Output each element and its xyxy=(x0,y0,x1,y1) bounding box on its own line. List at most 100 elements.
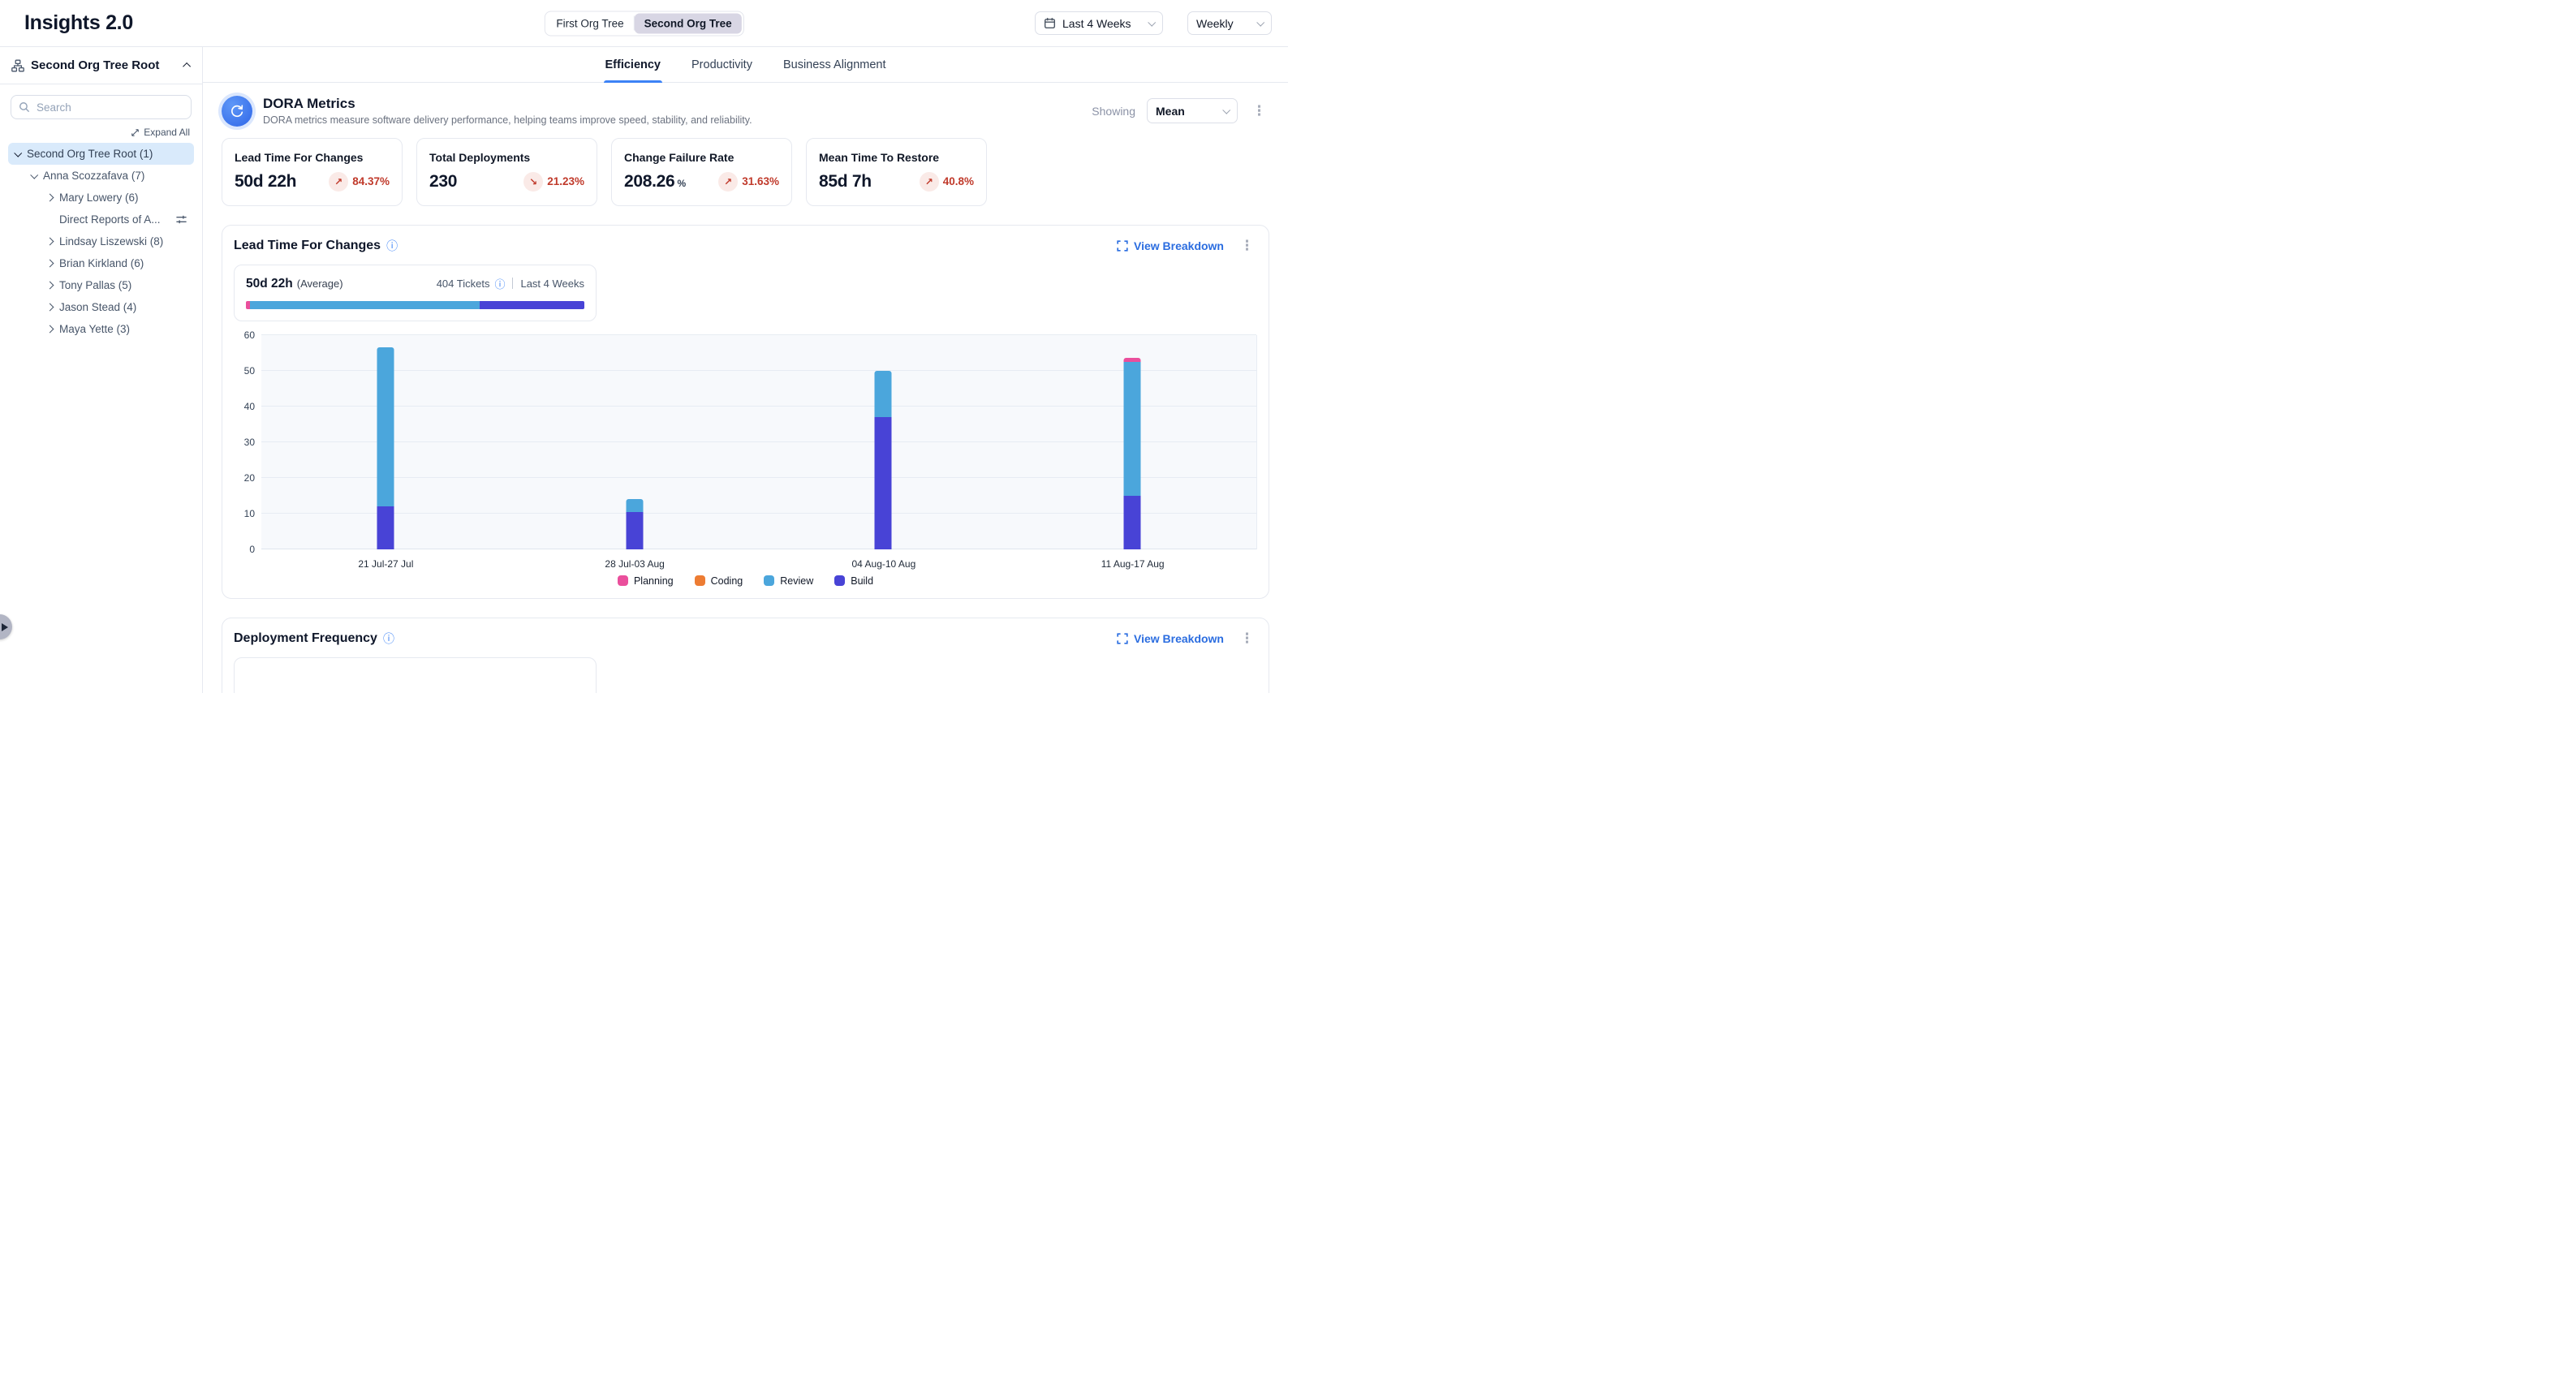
tab-business-alignment[interactable]: Business Alignment xyxy=(783,58,886,82)
phase-segment-review xyxy=(250,301,480,309)
dora-header: DORA Metrics DORA metrics measure softwa… xyxy=(222,95,1269,127)
info-icon[interactable]: ⓘ xyxy=(383,631,394,647)
tree-item-label: Direct Reports of A... xyxy=(59,213,161,226)
y-tick-label: 60 xyxy=(244,329,255,341)
calendar-icon xyxy=(1044,17,1056,29)
y-tick-label: 30 xyxy=(244,437,255,448)
chevron-right-icon xyxy=(46,282,54,290)
sidebar-expand-handle[interactable] xyxy=(0,614,12,639)
sidebar-title: Second Org Tree Root xyxy=(31,58,179,72)
legend-item-build[interactable]: Build xyxy=(834,575,873,587)
legend-swatch xyxy=(834,575,845,586)
aggregation-value: Mean xyxy=(1156,105,1185,118)
legend-swatch xyxy=(764,575,774,586)
org-tree-toggle: First Org TreeSecond Org Tree xyxy=(544,11,743,36)
deployment-frequency-section: Deployment Frequency ⓘ View Breakdown ⋮ xyxy=(222,618,1269,693)
legend-swatch xyxy=(695,575,705,586)
org-tree-sidebar: Second Org Tree Root Expand All Second O… xyxy=(0,47,203,693)
gridline xyxy=(261,513,1256,514)
org-toggle-option[interactable]: First Org Tree xyxy=(546,13,633,33)
tree-item[interactable]: Jason Stead (4) xyxy=(8,296,194,318)
legend-label: Planning xyxy=(634,575,674,587)
metric-card: Lead Time For Changes50d 22h↗84.37% xyxy=(222,138,403,206)
granularity-value: Weekly xyxy=(1196,17,1234,30)
bar-segment-review xyxy=(626,499,643,511)
y-tick-label: 0 xyxy=(249,544,255,555)
tree-item[interactable]: Lindsay Liszewski (8) xyxy=(8,230,194,252)
x-axis-label: 11 Aug-17 Aug xyxy=(1101,558,1165,570)
dora-cycle-icon xyxy=(222,96,252,127)
fullscreen-corners-icon xyxy=(1117,633,1128,644)
chevron-right-icon xyxy=(46,238,54,246)
tree-item-label: Second Org Tree Root (1) xyxy=(27,148,153,160)
legend-item-planning[interactable]: Planning xyxy=(618,575,674,587)
granularity-select[interactable]: Weekly xyxy=(1187,11,1272,35)
org-toggle-option[interactable]: Second Org Tree xyxy=(635,13,742,33)
trend-delta: 40.8% xyxy=(943,175,974,187)
view-breakdown-label: View Breakdown xyxy=(1134,239,1224,252)
divider xyxy=(512,278,513,289)
legend-item-coding[interactable]: Coding xyxy=(695,575,743,587)
bar-28-Jul-03-Aug[interactable] xyxy=(626,335,643,549)
x-axis-label: 28 Jul-03 Aug xyxy=(605,558,664,570)
deployment-menu-button[interactable]: ⋮ xyxy=(1237,631,1257,645)
chevron-down-icon xyxy=(30,171,38,179)
tree-item-label: Mary Lowery (6) xyxy=(59,192,139,204)
bar-segment-build xyxy=(377,506,394,549)
deployment-view-breakdown-button[interactable]: View Breakdown xyxy=(1117,632,1224,645)
trend-badge: ↘21.23% xyxy=(523,172,584,192)
tree-item[interactable]: Mary Lowery (6) xyxy=(8,187,194,209)
legend-label: Review xyxy=(780,575,813,587)
tree-item[interactable]: Tony Pallas (5) xyxy=(8,274,194,296)
bar-segment-review xyxy=(875,371,892,417)
metric-card: Change Failure Rate208.26%↗31.63% xyxy=(611,138,792,206)
tree-item[interactable]: Maya Yette (3) xyxy=(8,318,194,340)
x-axis-label: 21 Jul-27 Jul xyxy=(358,558,413,570)
tree-item-label: Tony Pallas (5) xyxy=(59,279,131,291)
aggregation-select[interactable]: Mean xyxy=(1147,98,1238,123)
search-input[interactable] xyxy=(37,101,183,114)
y-tick-label: 50 xyxy=(244,365,255,377)
date-range-select[interactable]: Last 4 Weeks xyxy=(1035,11,1163,35)
expand-all-button[interactable]: Expand All xyxy=(0,127,190,138)
tree-item[interactable]: Direct Reports of A... xyxy=(8,209,194,230)
trend-badge: ↗ 40.8% xyxy=(920,172,974,192)
org-chart-icon xyxy=(11,59,24,72)
chevron-right-icon xyxy=(46,303,54,312)
lead-time-title: Lead Time For Changes xyxy=(234,239,381,253)
bar-04-Aug-10-Aug[interactable] xyxy=(875,335,892,549)
tree-item[interactable]: Second Org Tree Root (1) xyxy=(8,143,194,165)
lead-time-menu-button[interactable]: ⋮ xyxy=(1237,239,1257,252)
metric-card-title: Lead Time For Changes xyxy=(235,151,390,164)
dora-menu-button[interactable]: ⋮ xyxy=(1249,104,1269,118)
info-icon[interactable]: ⓘ xyxy=(386,238,398,254)
search-icon xyxy=(19,101,30,113)
tree-item[interactable]: Anna Scozzafava (7) xyxy=(8,165,194,187)
main-panel: Efficiency Productivity Business Alignment… xyxy=(203,47,1288,693)
collapse-sidebar-icon[interactable] xyxy=(183,62,191,71)
expand-all-label: Expand All xyxy=(144,127,190,138)
deployment-frequency-title: Deployment Frequency xyxy=(234,631,377,646)
tree-item-label: Anna Scozzafava (7) xyxy=(43,170,144,182)
metric-value-row: 85d 7h↗40.8% xyxy=(819,172,974,192)
tab-efficiency[interactable]: Efficiency xyxy=(605,58,661,82)
info-icon[interactable]: ⓘ xyxy=(494,276,505,291)
chart-legend: Planning Coding Review Build xyxy=(234,575,1257,587)
tab-productivity[interactable]: Productivity xyxy=(691,58,752,82)
tree-item-label: Maya Yette (3) xyxy=(59,323,130,335)
trend-badge: ↗31.63% xyxy=(718,172,779,192)
tree-item[interactable]: Brian Kirkland (6) xyxy=(8,252,194,274)
bar-11-Aug-17-Aug[interactable] xyxy=(1123,335,1140,549)
sidebar-search[interactable] xyxy=(11,95,192,119)
filter-sliders-icon[interactable] xyxy=(175,213,187,226)
dora-description: DORA metrics measure software delivery p… xyxy=(263,114,752,127)
metric-value-row: 230↘21.23% xyxy=(429,172,584,192)
x-axis-label: 04 Aug-10 Aug xyxy=(852,558,916,570)
arrow-up-right-icon: ↗ xyxy=(920,172,939,192)
metric-card-title: Total Deployments xyxy=(429,151,584,164)
legend-item-review[interactable]: Review xyxy=(764,575,813,587)
bar-21-Jul-27-Jul[interactable] xyxy=(377,335,394,549)
chevron-right-icon xyxy=(46,260,54,268)
lead-time-view-breakdown-button[interactable]: View Breakdown xyxy=(1117,239,1224,252)
chevron-down-icon xyxy=(1256,19,1264,27)
